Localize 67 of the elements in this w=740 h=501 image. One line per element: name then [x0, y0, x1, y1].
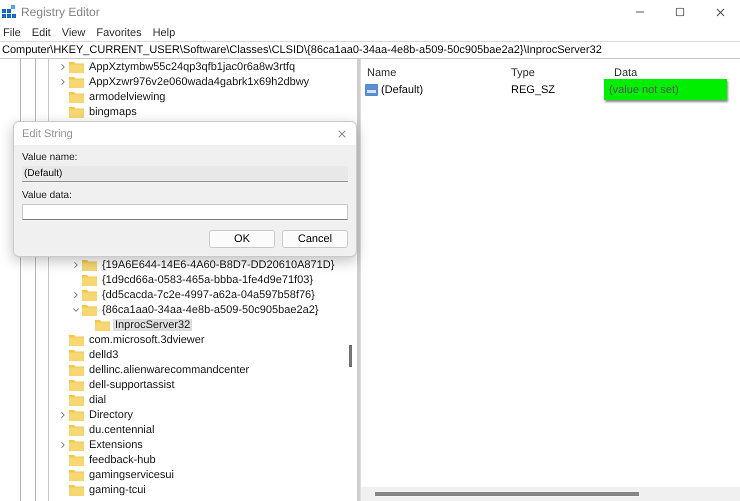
tree-item[interactable]: {1d9cd66a-0583-465a-bbba-1fe4d9e71f03} [100, 274, 316, 286]
folder-icon [69, 408, 84, 420]
tree-item[interactable]: AppXztymbw55c24qp3qfb1jac0r6a8w3rtfq [87, 60, 298, 72]
folder-icon [69, 348, 84, 360]
dialog-button[interactable]: OK [209, 230, 275, 248]
value-name-field: (Default) [22, 166, 348, 182]
menu-item[interactable]: View [62, 26, 86, 38]
tree-item[interactable]: {86ca1aa0-34aa-4e8b-a509-50c905bae2a2} [100, 304, 321, 316]
folder-icon [69, 424, 84, 436]
tree-item[interactable]: AppXzwr976v2e060wada4gabrk1x69h2dbwy [87, 76, 312, 88]
close-icon[interactable] [336, 128, 348, 140]
tree-item[interactable]: gamingservicesui [87, 468, 176, 480]
value-name: (Default) [381, 84, 424, 96]
tree-item[interactable]: feedback-hub [87, 454, 158, 466]
window-title: Registry Editor [21, 5, 100, 19]
menu-item[interactable]: Favorites [96, 26, 142, 38]
tree-item[interactable]: dell-supportassist [87, 378, 177, 390]
tree-item[interactable]: InprocServer32 [113, 318, 192, 330]
address-bar[interactable]: Computer\HKEY_CURRENT_USER\Software\Classes\CLSID\{86ca1aa0-34aa-4e8b-a509-50c905bae2a2}\InprocServer32 [0, 41, 740, 59]
tree-item[interactable]: {19A6E644-14E6-4A60-B8D7-DD20610A871D} [100, 258, 336, 270]
folder-icon [69, 106, 84, 118]
registry-app-icon [2, 5, 16, 19]
field-label: Value name: [22, 152, 78, 165]
folder-icon [69, 378, 84, 390]
tree-item[interactable]: com.microsoft.3dviewer [87, 334, 207, 346]
folder-icon [69, 484, 84, 496]
maximize-icon[interactable] [675, 7, 685, 17]
dialog-title: Edit String [22, 128, 73, 140]
folder-icon [69, 90, 84, 102]
tree-item[interactable]: delld3 [87, 348, 120, 360]
tree-item[interactable]: Extensions [87, 438, 145, 450]
folder-icon [82, 274, 97, 286]
folder-icon [69, 76, 84, 88]
field-label: Value data: [22, 190, 73, 203]
folder-icon [95, 318, 110, 330]
menu-item[interactable]: File [3, 26, 21, 38]
scrollbar-thumb[interactable] [349, 345, 352, 367]
folder-icon [69, 334, 84, 346]
tree-item[interactable]: du.centennial [87, 424, 156, 436]
folder-icon [69, 454, 84, 466]
tree-item[interactable]: {dd5cacda-7c2e-4997-a62a-04a597b58f76} [100, 288, 317, 300]
column-header[interactable]: Data [614, 67, 734, 79]
tree-item[interactable]: dial [87, 394, 108, 406]
string-value-icon [365, 84, 378, 96]
value-type: REG_SZ [511, 84, 556, 96]
menu-item[interactable]: Edit [32, 26, 51, 38]
folder-icon [82, 258, 97, 270]
horizontal-scrollbar[interactable] [361, 487, 740, 501]
menu-item[interactable]: Help [152, 26, 176, 38]
value-data-field[interactable] [22, 204, 348, 220]
folder-icon [82, 304, 97, 316]
folder-icon [82, 288, 97, 300]
folder-icon [69, 468, 84, 480]
folder-icon [69, 364, 84, 376]
folder-icon [69, 394, 84, 406]
tree-item[interactable]: Directory [87, 408, 136, 420]
tree-item[interactable]: dellinc.alienwarecommandcenter [87, 364, 252, 376]
tree-item[interactable]: gaming-tcui [87, 484, 148, 496]
tree-item[interactable]: armodelviewing [87, 90, 168, 102]
column-header[interactable]: Type [511, 67, 614, 79]
folder-icon [69, 438, 84, 450]
folder-icon [69, 60, 84, 72]
close-icon[interactable] [714, 6, 726, 18]
column-header[interactable]: Name [367, 67, 511, 79]
tree-item[interactable]: bingmaps [87, 106, 139, 118]
value-data: (value not set) [604, 79, 727, 100]
dialog-button[interactable]: Cancel [282, 230, 348, 248]
